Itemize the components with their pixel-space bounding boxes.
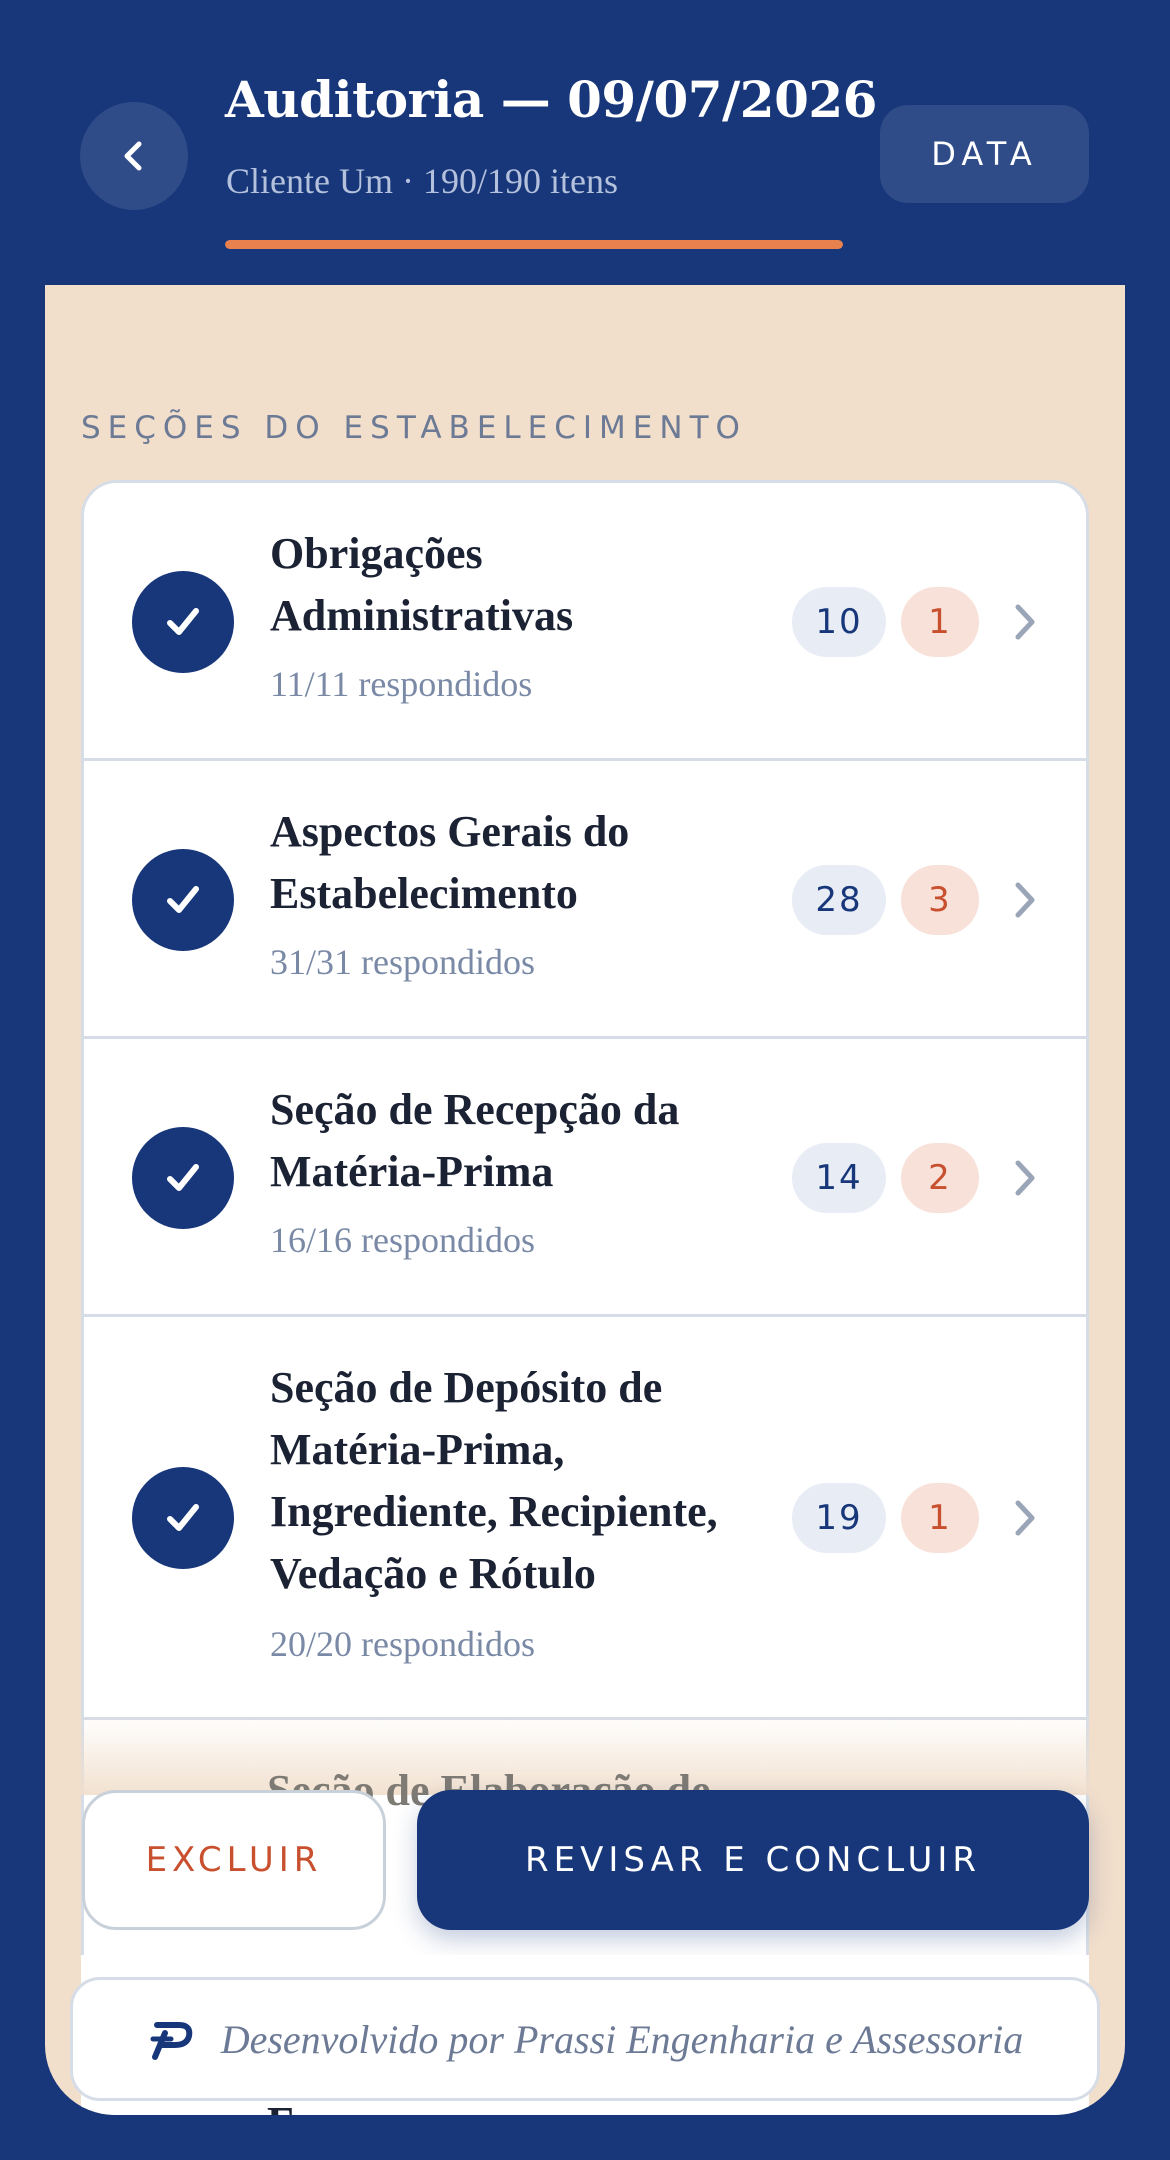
section-answered: 11/11 respondidos bbox=[270, 664, 533, 704]
credit-banner: Desenvolvido por Prassi Engenharia e Ass… bbox=[70, 1977, 1100, 2101]
section-title: Aspectos Gerais do Estabelecimento bbox=[270, 807, 630, 918]
ok-count-badge: 10 bbox=[792, 587, 886, 657]
page-title: Auditoria — 09/07/2026 bbox=[225, 70, 877, 129]
prassi-logo-icon bbox=[150, 2022, 192, 2060]
nc-count-badge: 3 bbox=[901, 865, 979, 935]
nc-count-badge: 2 bbox=[901, 1143, 979, 1213]
chevron-right-icon bbox=[1015, 1500, 1035, 1536]
section-row[interactable]: Seção de Depósito de Matéria-Prima, Ingr… bbox=[84, 1317, 1086, 1720]
section-row[interactable]: Aspectos Gerais do Estabelecimento 31/31… bbox=[84, 761, 1086, 1039]
section-title: Obrigações Administrativas bbox=[270, 529, 574, 640]
ok-count-badge: 14 bbox=[792, 1143, 886, 1213]
content-panel: SEÇÕES DO ESTABELECIMENTO Obrigações Adm… bbox=[45, 285, 1125, 2115]
check-icon bbox=[132, 849, 234, 951]
nc-count-badge: 1 bbox=[901, 1483, 979, 1553]
section-answered: 16/16 respondidos bbox=[270, 1220, 535, 1260]
chevron-right-icon bbox=[1015, 604, 1035, 640]
progress-bar bbox=[225, 240, 843, 249]
section-answered: 31/31 respondidos bbox=[270, 942, 535, 982]
review-and-finish-button[interactable]: REVISAR E CONCLUIR bbox=[417, 1790, 1089, 1930]
section-title: Seção de Recepção da Matéria-Prima bbox=[270, 1085, 680, 1196]
credit-text: Desenvolvido por Prassi Engenharia e Ass… bbox=[220, 2016, 1024, 2062]
nc-count-badge: 1 bbox=[901, 587, 979, 657]
section-row[interactable]: Obrigações Administrativas 11/11 respond… bbox=[84, 483, 1086, 761]
progress-fill bbox=[225, 240, 843, 249]
back-button[interactable] bbox=[80, 102, 188, 210]
section-answered: 20/20 respondidos bbox=[270, 1624, 535, 1664]
ok-count-badge: 19 bbox=[792, 1483, 886, 1553]
section-row[interactable]: Seção de Recepção da Matéria-Prima 16/16… bbox=[84, 1039, 1086, 1317]
delete-button[interactable]: EXCLUIR bbox=[82, 1790, 386, 1930]
check-icon bbox=[132, 1467, 234, 1569]
chevron-right-icon bbox=[1015, 882, 1035, 918]
chevron-left-icon bbox=[124, 141, 142, 171]
check-icon bbox=[132, 571, 234, 673]
section-title: Seção de Depósito de Matéria-Prima, Ingr… bbox=[270, 1363, 718, 1598]
page-subtitle: Cliente Um · 190/190 itens bbox=[226, 161, 618, 201]
chevron-right-icon bbox=[1015, 1160, 1035, 1196]
app-header: Auditoria — 09/07/2026 Cliente Um · 190/… bbox=[0, 0, 1170, 285]
ok-count-badge: 28 bbox=[792, 865, 886, 935]
data-button[interactable]: DATA bbox=[880, 105, 1089, 203]
section-heading: SEÇÕES DO ESTABELECIMENTO bbox=[81, 410, 747, 446]
check-icon bbox=[132, 1127, 234, 1229]
